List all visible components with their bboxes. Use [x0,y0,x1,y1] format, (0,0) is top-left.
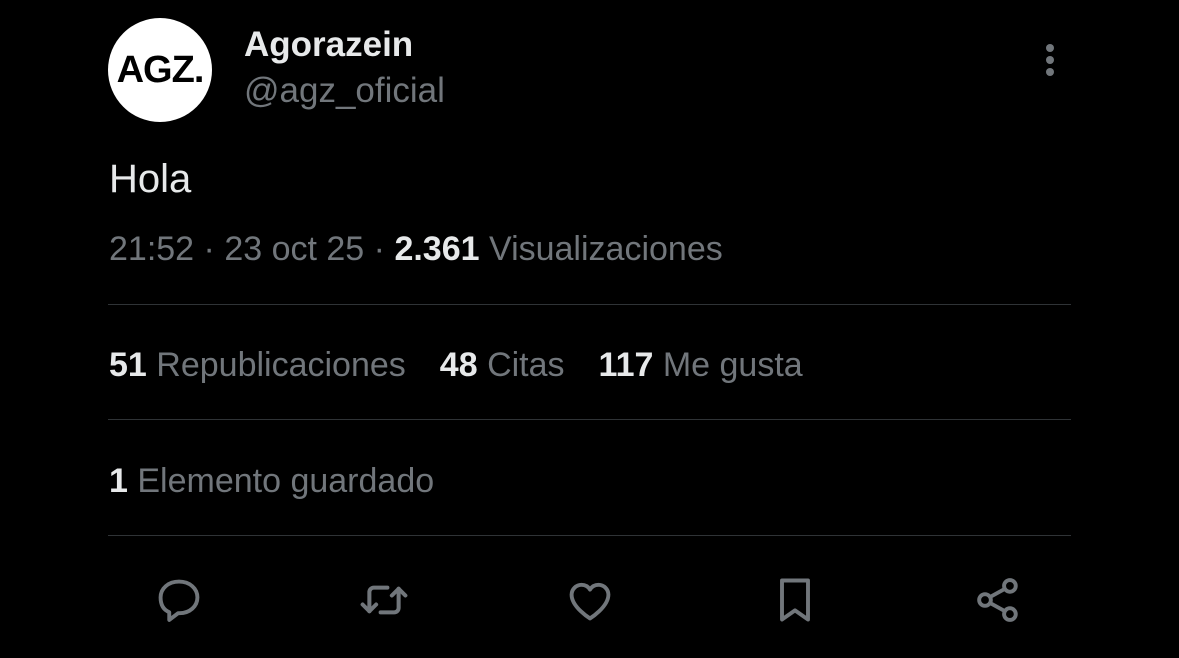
action-bar [0,572,1179,628]
likes-count: 117 [598,346,654,384]
more-vertical-icon [1046,44,1054,76]
quotes-stat[interactable]: 48 Citas [440,344,565,386]
engagement-stats: 51 Republicaciones 48 Citas 117 Me gusta [109,344,803,386]
views-count: 2.361 [394,230,480,268]
tweet-date[interactable]: 23 oct 25 [224,230,364,268]
bookmark-button[interactable] [767,572,823,628]
author-handle[interactable]: @agz_oficial [244,70,445,112]
likes-label: Me gusta [662,346,803,384]
repost-button[interactable] [356,572,412,628]
views-label: Visualizaciones [489,230,723,268]
likes-stat[interactable]: 117 Me gusta [599,344,803,386]
avatar-logo-text: AGZ. [116,48,205,91]
quotes-count: 48 [439,346,478,384]
reposts-stat[interactable]: 51 Republicaciones [109,344,406,386]
divider [108,419,1071,420]
share-icon [977,578,1018,622]
tweet-time[interactable]: 21:52 [109,230,194,268]
share-button[interactable] [970,572,1026,628]
repost-icon [360,585,408,615]
bookmarks-label: Elemento guardado [137,462,435,500]
reposts-count: 51 [109,346,147,384]
more-options-button[interactable] [1030,40,1070,80]
avatar[interactable]: AGZ. [108,18,212,122]
reply-icon [158,579,200,622]
reposts-label: Republicaciones [156,346,406,384]
bookmarks-stat: 1 Elemento guardado [109,460,434,502]
bookmark-icon [780,578,810,622]
reply-button[interactable] [151,572,207,628]
tweet-text: Hola [109,157,192,201]
meta-separator: · [203,230,215,268]
author-display-name[interactable]: Agorazein [244,24,413,66]
meta-separator: · [373,230,385,268]
bookmarks-count: 1 [109,462,128,500]
like-button[interactable] [562,572,618,628]
divider [108,304,1071,305]
tweet-meta: 21:52 · 23 oct 25 · 2.361 Visualizacione… [109,228,723,270]
quotes-label: Citas [487,346,565,384]
divider [108,535,1071,536]
like-icon [569,582,611,621]
